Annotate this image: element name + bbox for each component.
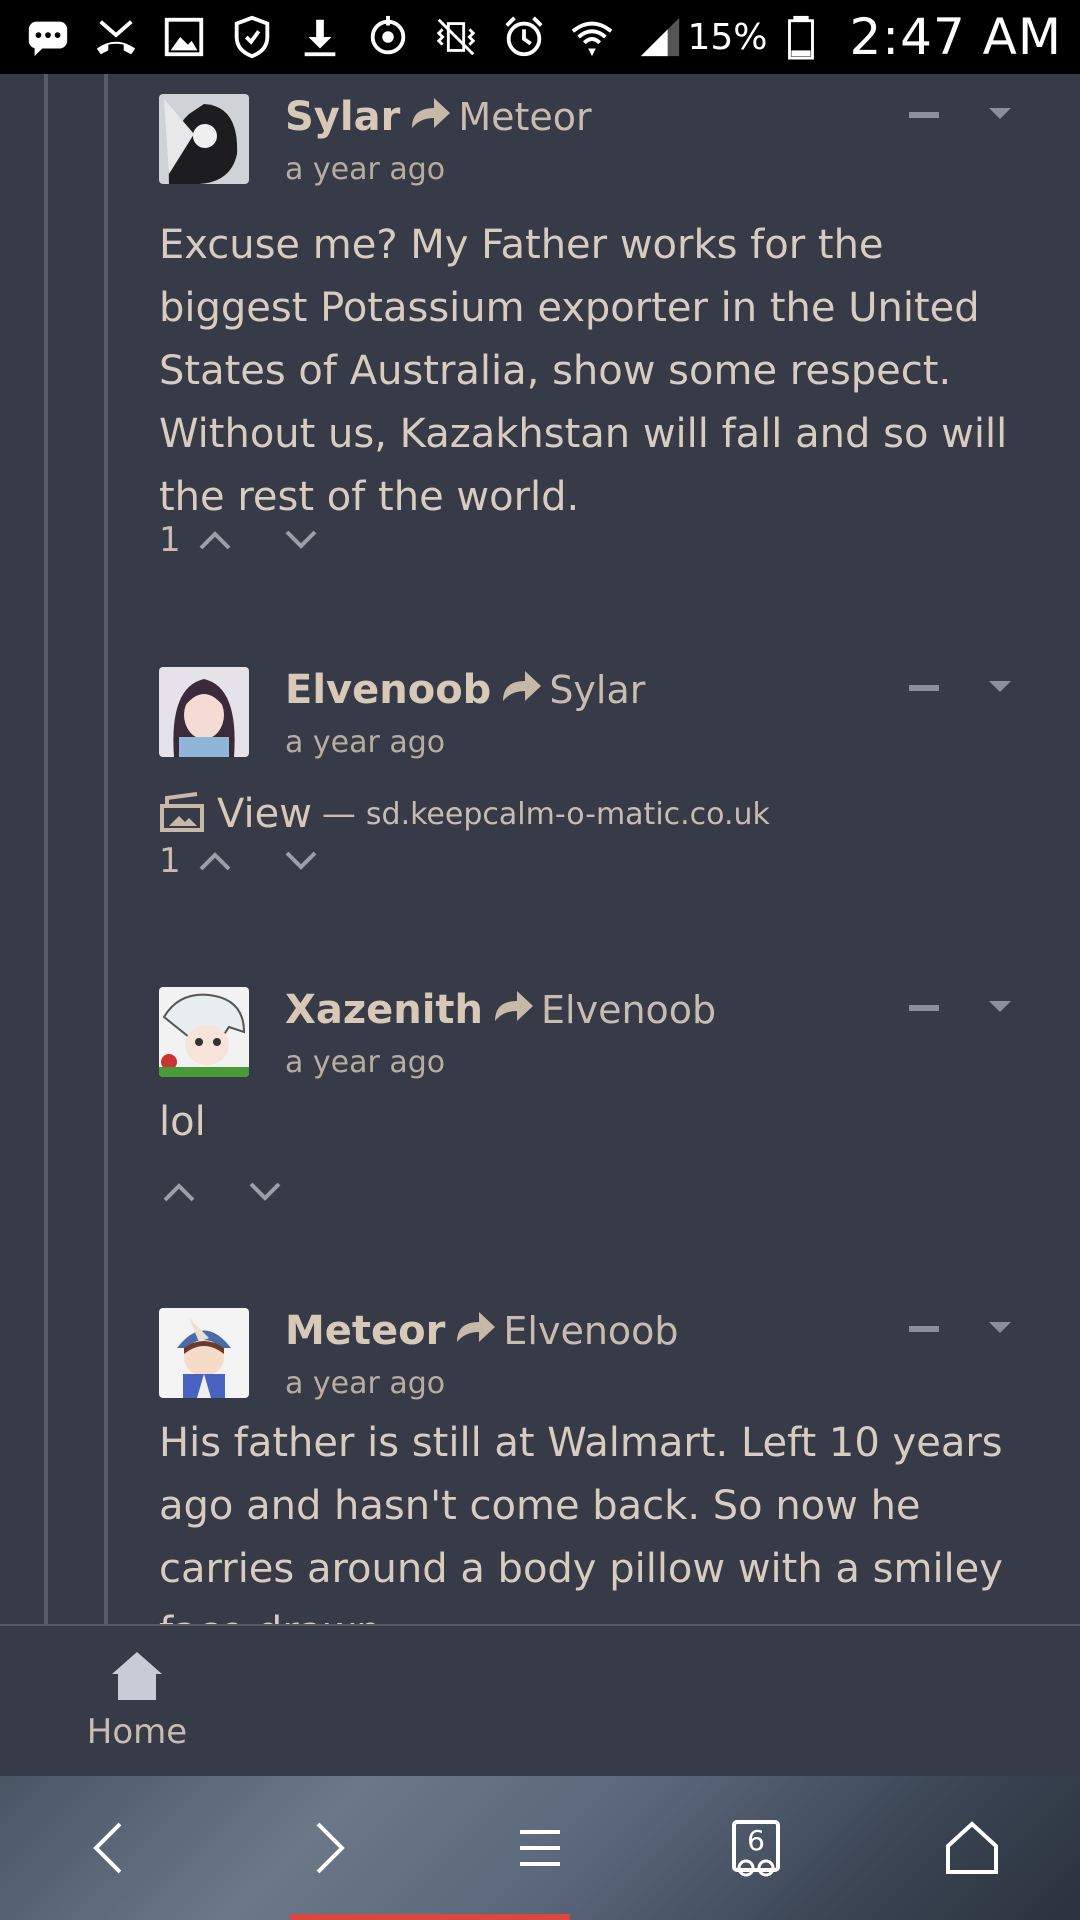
thread-line-outer bbox=[44, 74, 48, 1624]
wifi-icon bbox=[568, 13, 616, 61]
comment-menu-button[interactable] bbox=[989, 681, 1011, 692]
downvote-button[interactable] bbox=[245, 1177, 285, 1207]
hamburger-icon bbox=[520, 1830, 560, 1866]
reply-to-name[interactable]: Meteor bbox=[458, 95, 591, 139]
author-name[interactable]: Elvenoob bbox=[285, 667, 491, 713]
sync-icon bbox=[364, 13, 412, 61]
embedded-link[interactable]: View — sd.keepcalm-o-matic.co.uk bbox=[159, 791, 770, 837]
comment-header: Elvenoob Sylar bbox=[285, 667, 645, 713]
chat-bubble-icon bbox=[24, 13, 72, 61]
vibrate-icon bbox=[432, 13, 480, 61]
home-icon bbox=[112, 1652, 162, 1700]
chevron-right-icon bbox=[316, 1822, 345, 1874]
vote-count: 1 bbox=[159, 520, 181, 560]
comment-timestamp[interactable]: a year ago bbox=[285, 1045, 445, 1080]
back-button[interactable] bbox=[78, 1816, 142, 1880]
reply-arrow-icon bbox=[491, 989, 535, 1023]
comment-body: His father is still at Walmart. Left 10 … bbox=[159, 1420, 1003, 1624]
notification-icons bbox=[24, 13, 684, 61]
reply-arrow-icon bbox=[499, 669, 543, 703]
nav-home-label: Home bbox=[86, 1712, 188, 1752]
vote-count: 1 bbox=[159, 841, 181, 881]
missed-call-icon bbox=[92, 13, 140, 61]
avatar[interactable] bbox=[159, 667, 249, 757]
comment-body: Excuse me? My Father works for the bigge… bbox=[159, 222, 1008, 520]
upvote-button[interactable] bbox=[159, 1177, 199, 1207]
collapse-button[interactable] bbox=[909, 112, 939, 118]
avatar[interactable] bbox=[159, 1308, 249, 1398]
vote-bar bbox=[159, 1177, 285, 1207]
reply-arrow-icon bbox=[453, 1310, 497, 1344]
upvote-button[interactable] bbox=[195, 525, 235, 555]
collapse-button[interactable] bbox=[909, 1326, 939, 1332]
comment-timestamp[interactable]: a year ago bbox=[285, 725, 445, 760]
link-separator: — bbox=[321, 794, 356, 834]
author-name[interactable]: Sylar bbox=[285, 94, 400, 140]
comment-header: Meteor Elvenoob bbox=[285, 1308, 679, 1354]
tab-count: 6 bbox=[747, 1824, 765, 1857]
security-icon bbox=[228, 13, 276, 61]
page-load-progress bbox=[290, 1914, 570, 1920]
reply-to-name[interactable]: Elvenoob bbox=[541, 988, 716, 1032]
alarm-icon bbox=[500, 13, 548, 61]
browser-home-button[interactable] bbox=[940, 1816, 1004, 1880]
vote-bar: 1 bbox=[159, 520, 321, 560]
downvote-button[interactable] bbox=[281, 525, 321, 555]
app-bottom-nav: Home bbox=[0, 1624, 1080, 1776]
battery-icon bbox=[777, 13, 825, 61]
thread-line-inner bbox=[104, 74, 108, 1624]
collapse-button[interactable] bbox=[909, 1005, 939, 1011]
forward-button[interactable] bbox=[296, 1816, 360, 1880]
avatar[interactable] bbox=[159, 987, 249, 1077]
link-domain[interactable]: sd.keepcalm-o-matic.co.uk bbox=[366, 797, 770, 832]
comment-header: Xazenith Elvenoob bbox=[285, 987, 716, 1033]
author-name[interactable]: Meteor bbox=[285, 1308, 445, 1354]
comment-header: Sylar Meteor bbox=[285, 94, 592, 140]
clock: 2:47 AM bbox=[849, 8, 1062, 66]
browser-toolbar: 6 bbox=[0, 1776, 1080, 1920]
comment-body: lol bbox=[159, 1099, 206, 1145]
image-icon bbox=[160, 13, 208, 61]
comment-timestamp[interactable]: a year ago bbox=[285, 152, 445, 187]
author-name[interactable]: Xazenith bbox=[285, 987, 483, 1033]
media-icon bbox=[159, 792, 205, 836]
comment-menu-button[interactable] bbox=[989, 1322, 1011, 1333]
vote-bar: 1 bbox=[159, 841, 321, 881]
downvote-button[interactable] bbox=[281, 846, 321, 876]
avatar[interactable] bbox=[159, 94, 249, 184]
collapse-button[interactable] bbox=[909, 685, 939, 691]
status-bar: 15% 2:47 AM bbox=[0, 0, 1080, 74]
view-link-label[interactable]: View bbox=[217, 791, 312, 837]
upvote-button[interactable] bbox=[195, 846, 235, 876]
tabs-button[interactable]: 6 bbox=[724, 1816, 788, 1880]
reply-to-name[interactable]: Elvenoob bbox=[503, 1309, 678, 1353]
menu-button[interactable] bbox=[508, 1816, 572, 1880]
download-icon bbox=[296, 13, 344, 61]
reply-arrow-icon bbox=[408, 96, 452, 130]
comment-thread[interactable]: Sylar Meteor a year ago Excuse me? My Fa… bbox=[0, 74, 1080, 1624]
comment-menu-button[interactable] bbox=[989, 108, 1011, 119]
signal-icon bbox=[636, 13, 684, 61]
chevron-left-icon bbox=[93, 1822, 122, 1874]
home-outline-icon bbox=[946, 1821, 998, 1874]
nav-home-button[interactable]: Home bbox=[82, 1650, 192, 1752]
reply-to-name[interactable]: Sylar bbox=[549, 668, 645, 712]
battery-percent: 15% bbox=[687, 16, 768, 58]
comment-menu-button[interactable] bbox=[989, 1001, 1011, 1012]
comment-timestamp[interactable]: a year ago bbox=[285, 1366, 445, 1401]
